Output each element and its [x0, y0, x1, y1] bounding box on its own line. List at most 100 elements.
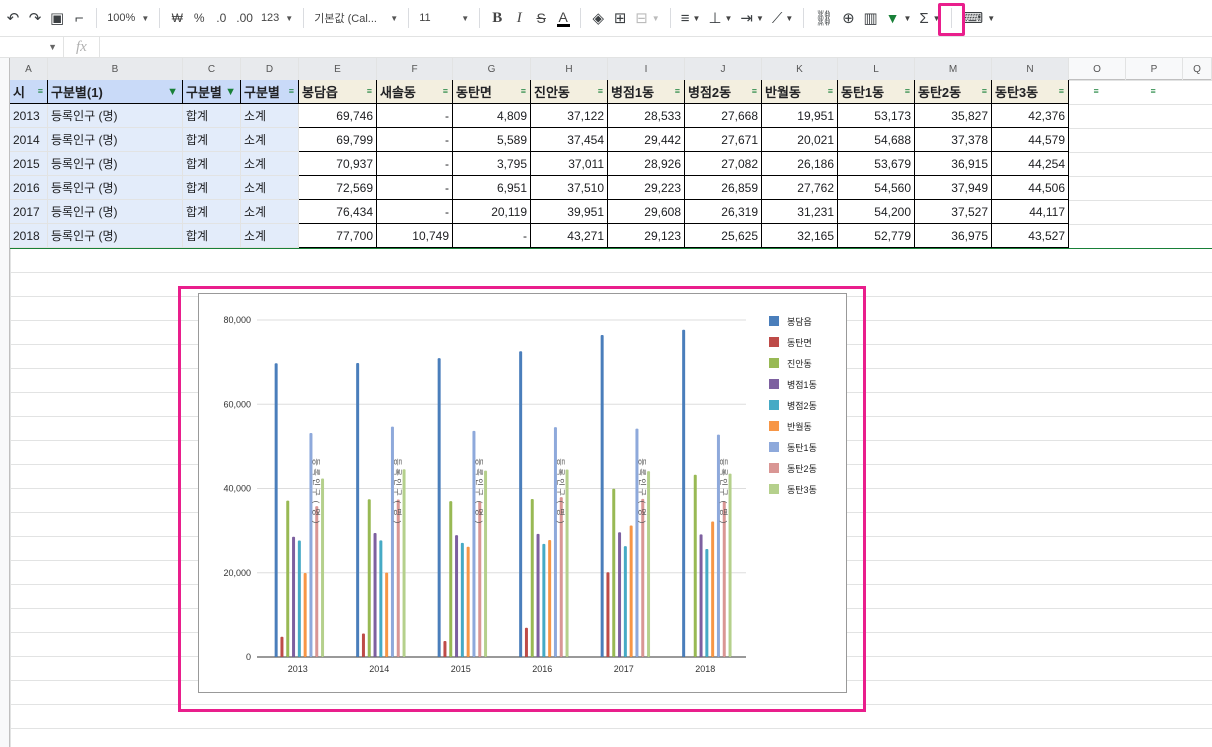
table-cell[interactable]: 52,779: [838, 224, 915, 248]
filter-icon[interactable]: ≡: [598, 86, 603, 96]
table-cell[interactable]: 70,937: [299, 152, 377, 176]
table-cell[interactable]: 2014: [10, 128, 48, 152]
column-header-k[interactable]: K: [762, 58, 838, 80]
table-cell[interactable]: 44,506: [992, 176, 1069, 200]
increase-decimal-button[interactable]: .00: [232, 5, 257, 31]
table-cell[interactable]: 19,951: [762, 104, 838, 128]
table-cell[interactable]: 54,200: [838, 200, 915, 224]
table-cell[interactable]: -: [377, 128, 453, 152]
print-icon[interactable]: ▣: [46, 5, 68, 31]
table-cell[interactable]: 44,117: [992, 200, 1069, 224]
header-cell[interactable]: 구분별 ▼: [183, 80, 241, 104]
column-header-i[interactable]: I: [608, 58, 685, 80]
table-cell[interactable]: 20,021: [762, 128, 838, 152]
table-cell[interactable]: 6,951: [453, 176, 531, 200]
filter-icon[interactable]: ≡: [982, 86, 987, 96]
table-cell[interactable]: 합계: [183, 104, 241, 128]
table-cell[interactable]: 29,223: [608, 176, 685, 200]
table-cell[interactable]: 합계: [183, 200, 241, 224]
table-cell[interactable]: 35,827: [915, 104, 992, 128]
table-cell[interactable]: -: [377, 152, 453, 176]
table-cell[interactable]: 5,589: [453, 128, 531, 152]
table-cell[interactable]: 27,762: [762, 176, 838, 200]
table-cell[interactable]: -: [453, 224, 531, 248]
column-header-c[interactable]: C: [183, 58, 241, 80]
undo-icon[interactable]: ↶: [2, 5, 24, 31]
table-cell[interactable]: 39,951: [531, 200, 608, 224]
table-cell[interactable]: 소계: [241, 104, 299, 128]
filter-icon[interactable]: ≡: [367, 86, 372, 96]
column-header-m[interactable]: M: [915, 58, 992, 80]
table-cell[interactable]: 소계: [241, 128, 299, 152]
header-cell[interactable]: 병점2동 ≡: [685, 80, 762, 104]
table-cell[interactable]: 72,569: [299, 176, 377, 200]
table-cell[interactable]: 26,186: [762, 152, 838, 176]
table-cell[interactable]: 27,671: [685, 128, 762, 152]
table-cell[interactable]: 2018: [10, 224, 48, 248]
header-cell[interactable]: 병점1동 ≡: [608, 80, 685, 104]
percent-button[interactable]: %: [188, 5, 210, 31]
filter-icon[interactable]: ▼ ▼: [882, 5, 916, 31]
table-cell[interactable]: 28,926: [608, 152, 685, 176]
column-header-n[interactable]: N: [992, 58, 1069, 80]
table-cell[interactable]: 25,625: [685, 224, 762, 248]
currency-button[interactable]: ₩: [166, 5, 188, 31]
align-vertical-icon[interactable]: ⊥ ▼: [704, 5, 736, 31]
decrease-decimal-button[interactable]: .0: [210, 5, 232, 31]
borders-icon[interactable]: ⊞: [609, 5, 631, 31]
table-cell[interactable]: 27,082: [685, 152, 762, 176]
text-rotate-icon[interactable]: ⟋ ▼: [768, 5, 797, 31]
table-cell[interactable]: 36,915: [915, 152, 992, 176]
table-cell[interactable]: 합계: [183, 128, 241, 152]
table-cell[interactable]: 10,749: [377, 224, 453, 248]
table-cell[interactable]: 29,123: [608, 224, 685, 248]
table-cell[interactable]: 29,442: [608, 128, 685, 152]
table-cell[interactable]: 69,746: [299, 104, 377, 128]
header-cell[interactable]: 동탄면 ≡: [453, 80, 531, 104]
zoom-select[interactable]: 100% ▼: [103, 5, 153, 31]
header-cell[interactable]: 구분별 ≡: [241, 80, 299, 104]
insert-link-icon[interactable]: ⛓: [810, 5, 837, 31]
column-header-g[interactable]: G: [453, 58, 531, 80]
column-header-a[interactable]: A: [10, 58, 48, 80]
table-cell[interactable]: 합계: [183, 176, 241, 200]
table-cell[interactable]: 77,700: [299, 224, 377, 248]
table-cell[interactable]: -: [377, 104, 453, 128]
header-cell[interactable]: 진안동 ≡: [531, 80, 608, 104]
table-cell[interactable]: 54,688: [838, 128, 915, 152]
table-cell[interactable]: 44,579: [992, 128, 1069, 152]
filter-icon[interactable]: ▼: [167, 86, 178, 98]
header-cell[interactable]: 구분별(1) ▼: [48, 80, 183, 104]
table-cell[interactable]: 43,527: [992, 224, 1069, 248]
table-cell[interactable]: 29,608: [608, 200, 685, 224]
column-header-b[interactable]: B: [48, 58, 183, 80]
bold-button[interactable]: B: [486, 5, 508, 31]
table-cell[interactable]: 합계: [183, 224, 241, 248]
filter-icon[interactable]: ≡: [443, 86, 448, 96]
table-cell[interactable]: 37,011: [531, 152, 608, 176]
table-cell[interactable]: 소계: [241, 200, 299, 224]
table-cell[interactable]: 소계: [241, 176, 299, 200]
table-cell[interactable]: 37,949: [915, 176, 992, 200]
redo-icon[interactable]: ↷: [24, 5, 46, 31]
font-select[interactable]: 기본값 (Cal... ▼: [310, 5, 402, 31]
table-cell[interactable]: 37,454: [531, 128, 608, 152]
filter-icon[interactable]: ≡: [1094, 86, 1099, 96]
filter-icon[interactable]: ≡: [521, 86, 526, 96]
table-cell[interactable]: 등록인구 (명): [48, 152, 183, 176]
filter-icon[interactable]: ≡: [1059, 86, 1064, 96]
header-cell[interactable]: 동탄1동 ≡: [838, 80, 915, 104]
table-cell[interactable]: 2015: [10, 152, 48, 176]
table-cell[interactable]: 53,679: [838, 152, 915, 176]
header-cell[interactable]: 동탄2동 ≡: [915, 80, 992, 104]
table-cell[interactable]: 28,533: [608, 104, 685, 128]
column-header-h[interactable]: H: [531, 58, 608, 80]
table-cell[interactable]: 4,809: [453, 104, 531, 128]
italic-button[interactable]: I: [508, 5, 530, 31]
column-header-f[interactable]: F: [377, 58, 453, 80]
paint-format-icon[interactable]: ⌐: [68, 5, 90, 31]
column-header-p[interactable]: P: [1126, 58, 1183, 80]
table-cell[interactable]: 등록인구 (명): [48, 104, 183, 128]
column-header-l[interactable]: L: [838, 58, 915, 80]
table-cell[interactable]: 등록인구 (명): [48, 176, 183, 200]
